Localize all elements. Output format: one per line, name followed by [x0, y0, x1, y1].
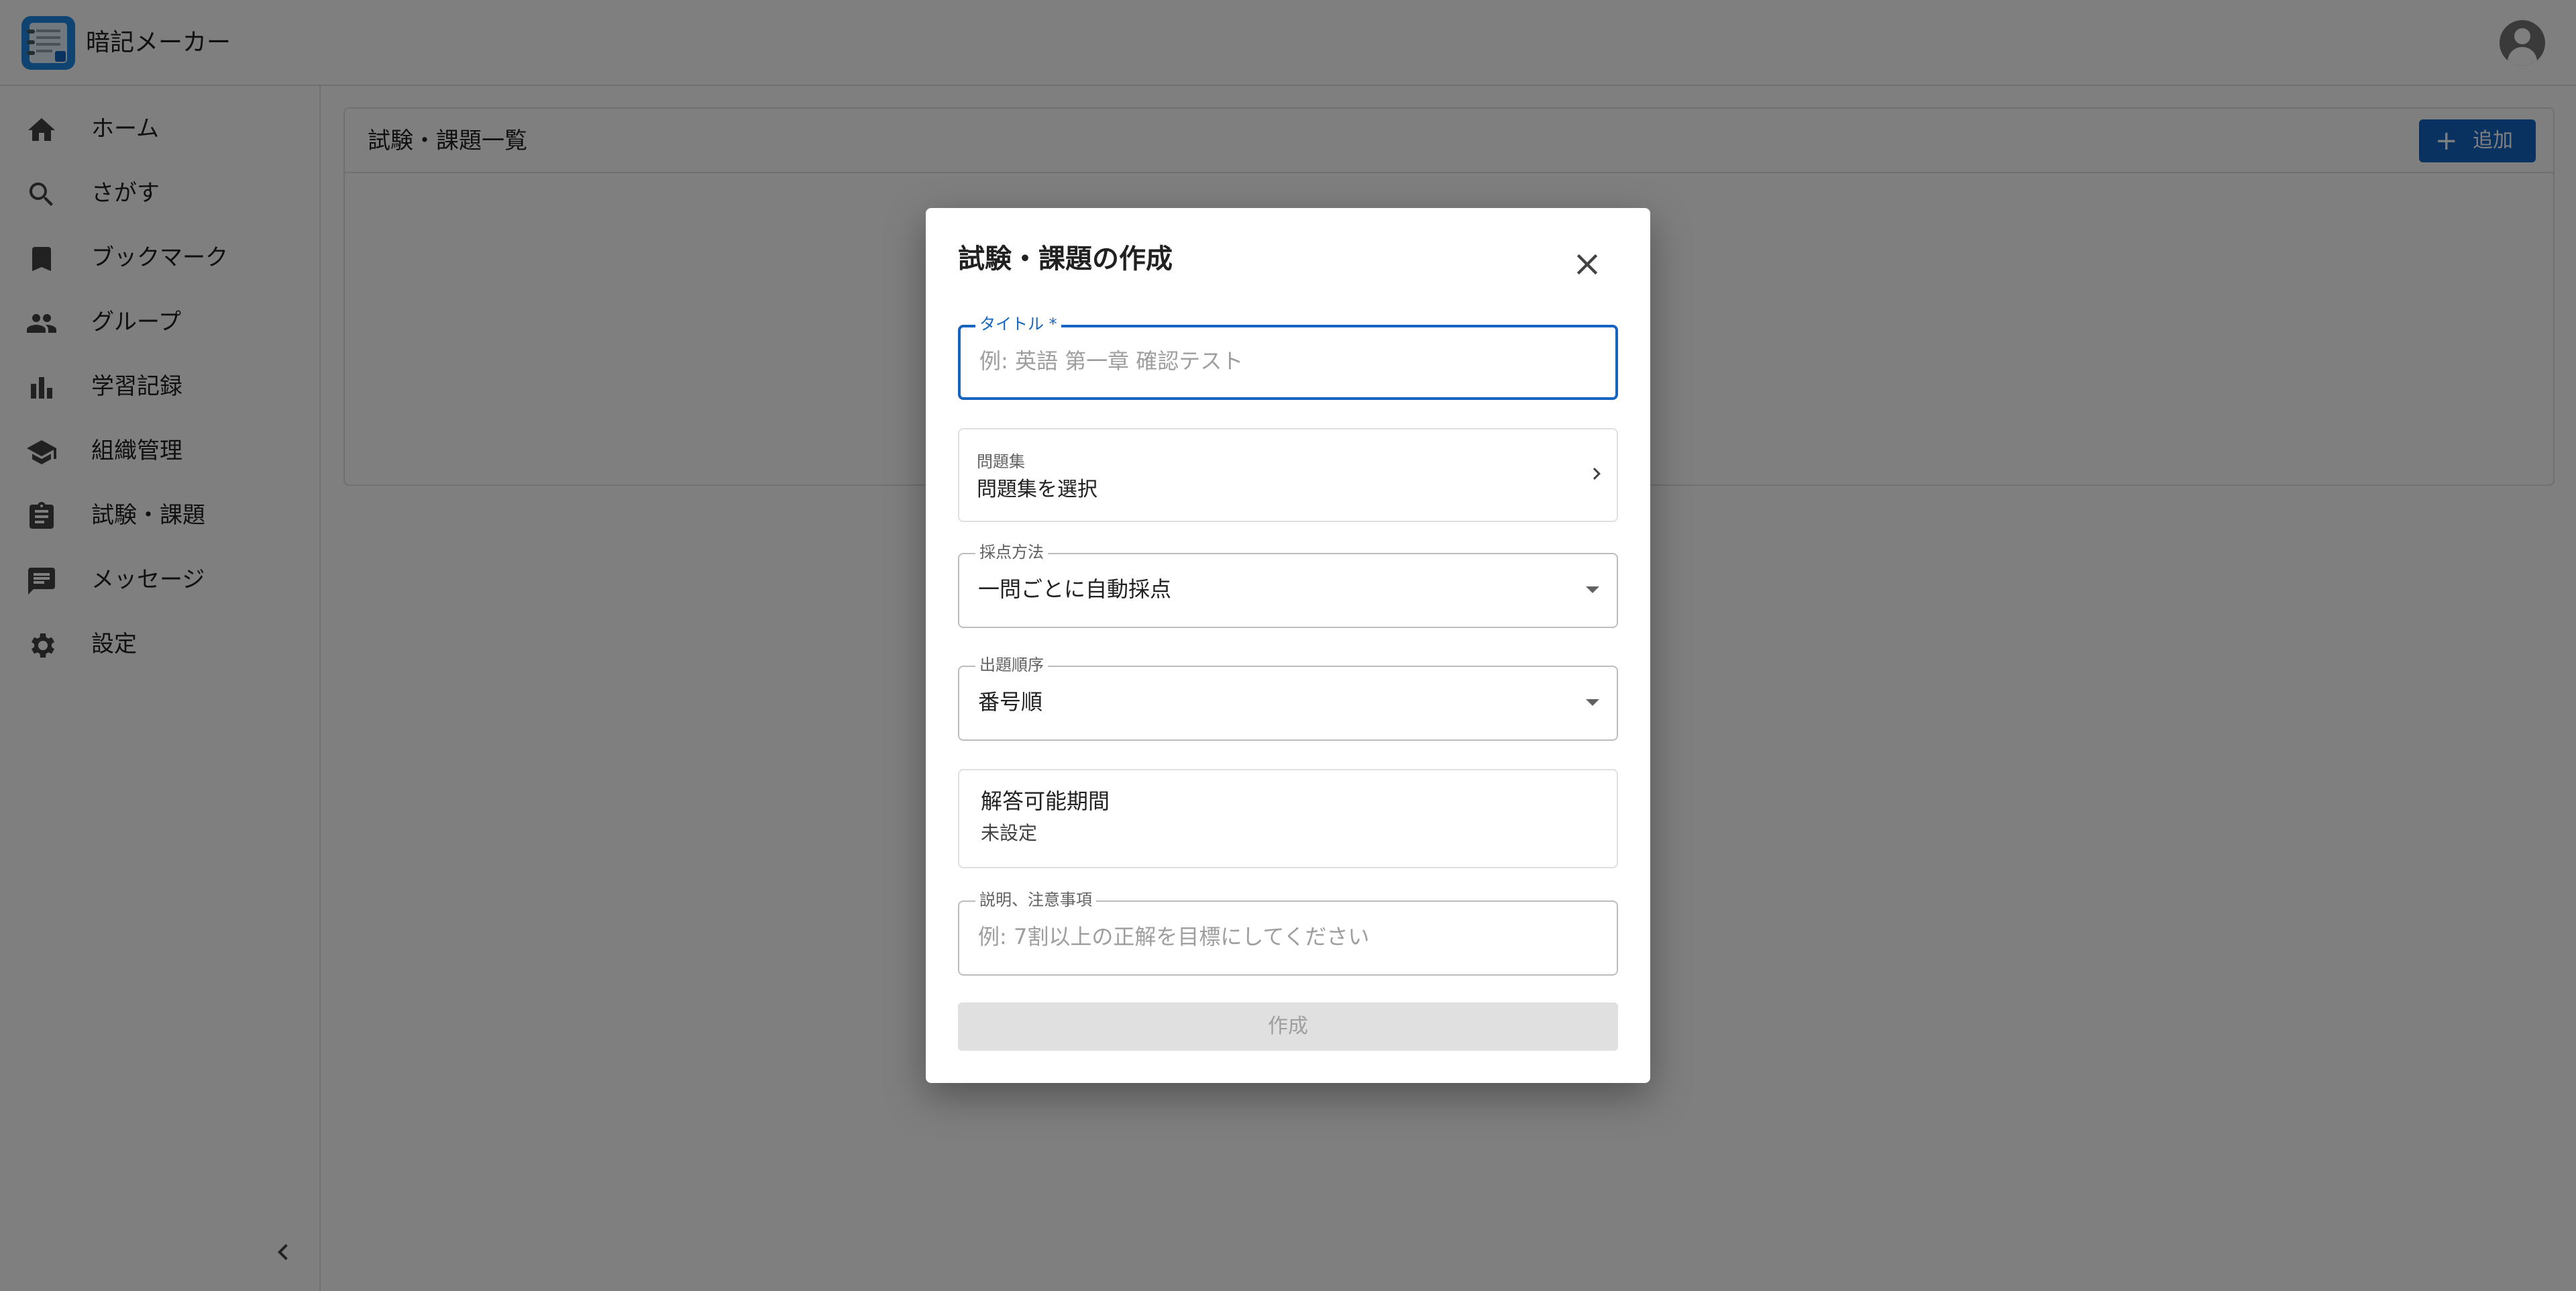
title-field-placeholder: 例: 英語 第一章 確認テスト: [979, 348, 1244, 374]
scoring-method-select[interactable]: 採点方法 一問ごとに自動採点: [958, 542, 1618, 628]
problem-set-label: 問題集: [977, 452, 1025, 471]
answer-period-selector[interactable]: 解答可能期間 未設定: [958, 769, 1618, 868]
question-order-value: 番号順: [978, 689, 1043, 715]
scoring-method-label: 採点方法: [975, 542, 1048, 562]
answer-period-label: 解答可能期間: [981, 788, 1110, 814]
chevron-right-icon: [1593, 468, 1601, 480]
description-label: 説明、注意事項: [975, 890, 1096, 910]
title-field-label: タイトル *: [975, 314, 1061, 334]
question-order-select[interactable]: 出題順序 番号順: [958, 655, 1618, 741]
problem-set-selector[interactable]: 問題集 問題集を選択: [958, 428, 1618, 522]
create-button-label: 作成: [1268, 1015, 1308, 1038]
question-order-label: 出題順序: [975, 655, 1048, 675]
scoring-method-value: 一問ごとに自動採点: [978, 576, 1172, 602]
description-placeholder: 例: 7割以上の正解を目標にしてください: [978, 924, 1370, 949]
answer-period-value: 未設定: [981, 822, 1038, 844]
close-icon[interactable]: [1570, 247, 1605, 282]
problem-set-value: 問題集を選択: [977, 478, 1097, 501]
description-field[interactable]: 説明、注意事項 例: 7割以上の正解を目標にしてください: [958, 890, 1618, 976]
title-field[interactable]: タイトル * 例: 英語 第一章 確認テスト: [958, 314, 1618, 400]
dropdown-arrow-icon: [1586, 586, 1599, 593]
dropdown-arrow-icon: [1586, 699, 1599, 706]
create-exam-dialog: 試験・課題の作成 タイトル * 例: 英語 第一章 確認テスト 問題集 問題集を…: [926, 208, 1650, 1083]
dialog-title: 試験・課題の作成: [958, 244, 1173, 274]
create-button[interactable]: 作成: [958, 1002, 1618, 1051]
